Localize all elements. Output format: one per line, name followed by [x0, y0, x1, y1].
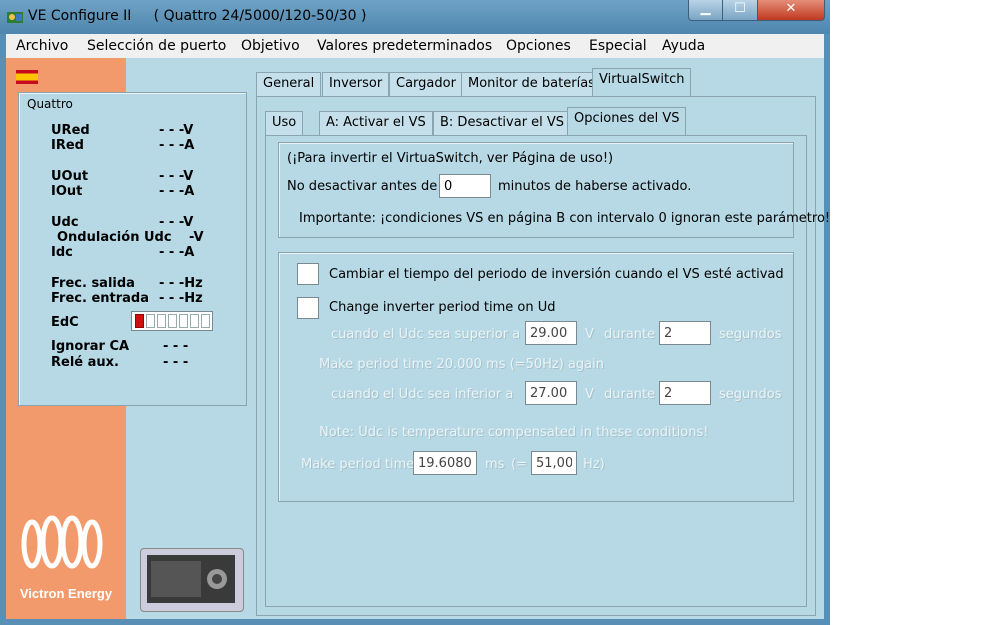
tab-uso[interactable]: Uso — [265, 111, 304, 135]
tab-inversor[interactable]: Inversor — [322, 72, 390, 96]
menu-ayuda[interactable]: Ayuda — [662, 38, 705, 54]
status-label-uout: UOut — [51, 169, 89, 184]
udc-inferior-input[interactable] — [525, 381, 577, 405]
menu-objetivo[interactable]: Objetivo — [241, 38, 300, 54]
status-value-ured: - - -V — [159, 123, 194, 138]
tab-general[interactable]: General — [256, 72, 322, 96]
main-tabs: General Inversor Cargador Monitor de bat… — [256, 68, 816, 96]
vs-tabs: Uso A: Activar el VS B: Desactivar el VS… — [265, 107, 805, 135]
status-label-ured: URed — [51, 123, 90, 138]
minimize-button[interactable]: ▁ — [688, 0, 723, 21]
status-value-ignorar-ca: - - - — [163, 339, 189, 354]
durante-label: durante — [604, 327, 656, 342]
status-label-iout: IOut — [51, 184, 83, 199]
status-panel-title: Quattro — [27, 97, 73, 111]
status-value-frec-entrada: - - -Hz — [159, 291, 203, 306]
close-button[interactable]: ✕ — [757, 0, 825, 21]
status-label-udc: Udc — [51, 215, 79, 230]
equals-label: (= — [511, 457, 527, 472]
make-period-20-label: Make period time 20.000 ms (=50Hz) again — [319, 357, 604, 372]
change-period-label: Cambiar el tiempo del periodo de inversi… — [329, 267, 784, 282]
device-panel-image — [140, 548, 244, 612]
make-period-time-label: Make period time — [301, 457, 415, 472]
edc-level-cell — [190, 314, 199, 328]
menu-opciones[interactable]: Opciones — [506, 38, 571, 54]
app-window: VE Configure II ( Quattro 24/5000/120-50… — [0, 0, 830, 625]
window-title: VE Configure II ( Quattro 24/5000/120-50… — [28, 8, 367, 24]
victron-energy-logo: Victron Energy — [20, 515, 113, 601]
virtualswitch-page: Uso A: Activar el VS B: Desactivar el VS… — [256, 96, 830, 616]
logo-text: Victron Energy — [20, 586, 113, 601]
menu-bar: Archivo Selección de puerto Objetivo Val… — [6, 34, 824, 59]
tab-opciones-vs[interactable]: Opciones del VS — [567, 107, 687, 135]
tab-cargador[interactable]: Cargador — [389, 72, 463, 96]
period-time-input[interactable] — [413, 451, 477, 475]
no-desactivar-label: No desactivar antes de — [287, 179, 438, 194]
udc-superior-label: cuando el Udc sea superior a — [331, 327, 521, 342]
status-label-ondulacion-udc: Ondulación Udc — [57, 230, 172, 245]
frequency-input[interactable] — [531, 451, 577, 475]
status-label-ignorar-ca: Ignorar CA — [51, 339, 130, 354]
ms-unit-label: ms — [485, 457, 505, 472]
temperature-note: Note: Udc is temperature compensated in … — [319, 425, 709, 440]
status-label-ired: IRed — [51, 138, 84, 153]
deactivate-delay-group: (¡Para invertir el VirtuaSwitch, ver Pág… — [278, 142, 830, 238]
status-value-rele-aux: - - - — [163, 355, 189, 370]
edc-level-cell — [157, 314, 166, 328]
status-label-idc: Idc — [51, 245, 73, 260]
volt-unit-label: V — [585, 387, 594, 402]
status-label-frec-salida: Frec. salida — [51, 276, 135, 291]
status-value-iout: - - -A — [159, 184, 195, 199]
change-period-ud-checkbox[interactable] — [297, 297, 319, 319]
inverter-period-group: Cambiar el tiempo del periodo de inversi… — [278, 252, 794, 502]
status-value-uout: - - -V — [159, 169, 194, 184]
tab-virtualswitch[interactable]: VirtualSwitch — [592, 68, 692, 96]
device-status-panel: Quattro URed - - -V IRed - - -A UOut - -… — [18, 92, 247, 406]
tab-desactivar-vs[interactable]: B: Desactivar el VS — [433, 111, 572, 135]
client-area: Quattro URed - - -V IRed - - -A UOut - -… — [6, 58, 830, 619]
menu-archivo[interactable]: Archivo — [16, 38, 68, 54]
hz-unit-label: Hz) — [583, 457, 605, 472]
status-value-frec-salida: - - -Hz — [159, 276, 203, 291]
edc-level-cell — [179, 314, 188, 328]
title-bar[interactable]: VE Configure II ( Quattro 24/5000/120-50… — [0, 0, 830, 34]
edc-level-cell — [201, 314, 210, 328]
durante-inferior-input[interactable] — [659, 381, 711, 405]
change-period-ud-label: Change inverter period time on Ud — [329, 300, 556, 315]
tab-activar-vs[interactable]: A: Activar el VS — [319, 111, 433, 135]
edc-level-cell — [146, 314, 155, 328]
maximize-button[interactable]: ☐ — [722, 0, 758, 21]
menu-seleccion-puerto[interactable]: Selección de puerto — [87, 38, 226, 54]
menu-valores-predeterminados[interactable]: Valores predeterminados — [317, 38, 492, 54]
minutes-input[interactable] — [439, 174, 491, 198]
durante-superior-input[interactable] — [659, 321, 711, 345]
volt-unit-label: V — [585, 327, 594, 342]
opciones-vs-page: (¡Para invertir el VirtuaSwitch, ver Pág… — [265, 135, 830, 607]
udc-superior-input[interactable] — [525, 321, 577, 345]
status-value-idc: - - -A — [159, 245, 195, 260]
edc-level-cell — [168, 314, 177, 328]
status-value-udc: - - -V — [159, 215, 194, 230]
edc-level-cell — [135, 314, 144, 328]
minutos-label: minutos de haberse activado. — [498, 179, 692, 194]
status-label-rele-aux: Relé aux. — [51, 355, 119, 370]
menu-especial[interactable]: Especial — [589, 38, 647, 54]
status-value-ired: - - -A — [159, 138, 195, 153]
importante-note: Importante: ¡condiciones VS en página B … — [299, 211, 831, 226]
status-label-edc: EdC — [51, 315, 79, 330]
tab-monitor-baterias[interactable]: Monitor de baterías — [461, 72, 602, 96]
spain-flag-icon[interactable] — [16, 70, 38, 84]
edc-level-bar — [131, 311, 213, 331]
invert-hint-text: (¡Para invertir el VirtuaSwitch, ver Pág… — [287, 151, 614, 166]
change-period-checkbox[interactable] — [297, 263, 319, 285]
segundos-label: segundos — [719, 387, 782, 402]
app-icon — [7, 12, 23, 23]
status-value-ondulacion-udc: -V — [189, 230, 204, 245]
segundos-label: segundos — [719, 327, 782, 342]
durante-label: durante — [604, 387, 656, 402]
udc-inferior-label: cuando el Udc sea inferior a — [331, 387, 514, 402]
status-label-frec-entrada: Frec. entrada — [51, 291, 149, 306]
